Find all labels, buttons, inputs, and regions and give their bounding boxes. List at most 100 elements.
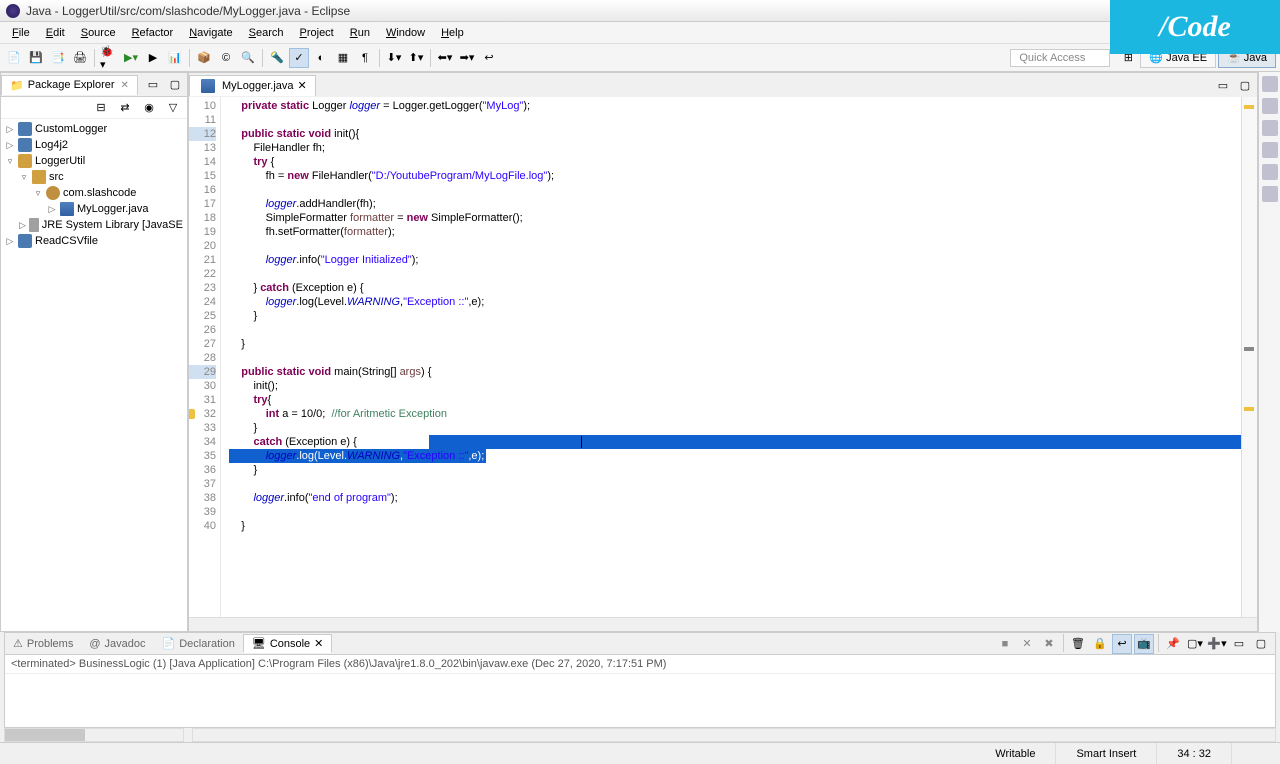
main-area: 📁 Package Explorer ✕ ▭ ▢ ⊟ ⇄ ◉ ▽ ▷Custom… (0, 72, 1280, 632)
remove-all-button[interactable]: ✖ (1039, 634, 1059, 654)
declaration-tab[interactable]: 📄 Declaration (154, 635, 243, 652)
clear-console-button[interactable]: 🗑 (1068, 634, 1088, 654)
watermark-logo: /Code (1110, 0, 1280, 54)
status-writable: Writable (975, 743, 1055, 764)
right-toolbar (1258, 72, 1280, 632)
bottom-panel: ⚠ Problems @ Javadoc 📄 Declaration 🖥 Con… (4, 632, 1276, 728)
save-all-button[interactable]: 📑 (48, 48, 68, 68)
last-edit-button[interactable]: ↩ (479, 48, 499, 68)
console-tab[interactable]: 🖥 Console ✕ (243, 634, 333, 653)
show-whitespace-button[interactable]: ¶ (355, 48, 375, 68)
close-icon[interactable]: ✕ (298, 79, 307, 92)
save-button[interactable]: 💾 (26, 48, 46, 68)
display-console-button[interactable]: ▢▾ (1185, 634, 1205, 654)
menu-help[interactable]: Help (433, 25, 472, 41)
editor-hscroll[interactable] (189, 617, 1257, 631)
terminate-button[interactable]: ■ (995, 634, 1015, 654)
new-button[interactable]: 📄 (4, 48, 24, 68)
line-gutter[interactable]: 1011121314151617181920212223242526272829… (189, 97, 221, 617)
search-button[interactable]: 🔦 (267, 48, 287, 68)
link-editor-button[interactable]: ⇄ (115, 98, 135, 118)
run-button[interactable]: ▶▾ (121, 48, 141, 68)
new-package-button[interactable]: 📦 (194, 48, 214, 68)
minimize-view-button[interactable]: ▭ (143, 75, 163, 95)
console-status: <terminated> BusinessLogic (1) [Java App… (5, 655, 1275, 674)
print-button[interactable]: 🖨 (70, 48, 90, 68)
console-hscroll[interactable] (192, 728, 1276, 742)
maximize-editor-button[interactable]: ▢ (1235, 75, 1255, 95)
focus-button[interactable]: ◉ (139, 98, 159, 118)
tree-item[interactable]: ▿com.slashcode (3, 185, 185, 201)
new-class-button[interactable]: © (216, 48, 236, 68)
tree-item[interactable]: ▿src (3, 169, 185, 185)
javadoc-tab[interactable]: @ Javadoc (81, 636, 153, 652)
prev-annotation-button[interactable]: ⬆▾ (406, 48, 426, 68)
word-wrap-button[interactable]: ↩ (1112, 634, 1132, 654)
templates-icon[interactable] (1262, 142, 1278, 158)
close-icon[interactable]: ✕ (314, 637, 323, 650)
breakpoints-icon[interactable] (1262, 120, 1278, 136)
menu-project[interactable]: Project (292, 25, 342, 41)
maximize-console-button[interactable]: ▢ (1251, 634, 1271, 654)
window-title: Java - LoggerUtil/src/com/slashcode/MyLo… (26, 4, 350, 18)
status-bar: Writable Smart Insert 34 : 32 (0, 742, 1280, 764)
block-select-button[interactable]: ▦ (333, 48, 353, 68)
cheatsheet-icon[interactable] (1262, 164, 1278, 180)
package-explorer-tab[interactable]: 📁 Package Explorer ✕ (1, 75, 138, 95)
remove-launch-button[interactable]: ✕ (1017, 634, 1037, 654)
editor-area: MyLogger.java ✕ ▭ ▢ 10111213141516171819… (188, 72, 1258, 632)
menu-window[interactable]: Window (378, 25, 433, 41)
back-button[interactable]: ⬅▾ (435, 48, 455, 68)
collapse-all-button[interactable]: ⊟ (91, 98, 111, 118)
run-last-button[interactable]: ▶ (143, 48, 163, 68)
title-bar: Java - LoggerUtil/src/com/slashcode/MyLo… (0, 0, 1280, 22)
overview-ruler[interactable] (1241, 97, 1257, 617)
scroll-lock-button[interactable]: 🔒 (1090, 634, 1110, 654)
package-explorer-view: 📁 Package Explorer ✕ ▭ ▢ ⊟ ⇄ ◉ ▽ ▷Custom… (0, 72, 188, 632)
show-console-button[interactable]: 📺 (1134, 634, 1154, 654)
problems-tab[interactable]: ⚠ Problems (5, 635, 81, 652)
tree-item[interactable]: ▿LoggerUtil (3, 153, 185, 169)
snippets-icon[interactable] (1262, 186, 1278, 202)
minimize-console-button[interactable]: ▭ (1229, 634, 1249, 654)
menu-source[interactable]: Source (73, 25, 124, 41)
menu-refactor[interactable]: Refactor (124, 25, 182, 41)
task-list-icon[interactable] (1262, 98, 1278, 114)
open-console-button[interactable]: ➕▾ (1207, 634, 1227, 654)
status-cursor-pos: 34 : 32 (1156, 743, 1231, 764)
debug-button[interactable]: 🐞▾ (99, 48, 119, 68)
pin-console-button[interactable]: 📌 (1163, 634, 1183, 654)
main-toolbar: 📄 💾 📑 🖨 🐞▾ ▶▾ ▶ 📊 📦 © 🔍 🔦 ✓ ◐ ▦ ¶ ⬇▾ ⬆▾ … (0, 44, 1280, 72)
code-area[interactable]: private static Logger logger = Logger.ge… (221, 97, 1241, 617)
explorer-hscroll[interactable] (4, 728, 184, 742)
tree-item[interactable]: ▷CustomLogger (3, 121, 185, 137)
quick-access-input[interactable]: Quick Access (1010, 49, 1110, 67)
annotation-button[interactable]: ◐ (311, 48, 331, 68)
menubar: FileEditSourceRefactorNavigateSearchProj… (0, 22, 1280, 44)
project-tree[interactable]: ▷CustomLogger▷Log4j2▿LoggerUtil▿src▿com.… (1, 119, 187, 631)
close-icon[interactable]: ✕ (121, 80, 129, 91)
forward-button[interactable]: ➡▾ (457, 48, 477, 68)
menu-edit[interactable]: Edit (38, 25, 73, 41)
editor-tab-mylogger[interactable]: MyLogger.java ✕ (189, 75, 316, 96)
menu-run[interactable]: Run (342, 25, 378, 41)
java-file-icon (201, 79, 215, 93)
menu-file[interactable]: File (4, 25, 38, 41)
open-type-button[interactable]: 🔍 (238, 48, 258, 68)
tree-item[interactable]: ▷MyLogger.java (3, 201, 185, 217)
view-menu-button[interactable]: ▽ (163, 98, 183, 118)
menu-search[interactable]: Search (241, 25, 292, 41)
menu-navigate[interactable]: Navigate (181, 25, 240, 41)
tree-item[interactable]: ▷Log4j2 (3, 137, 185, 153)
code-editor[interactable]: 1011121314151617181920212223242526272829… (189, 97, 1257, 617)
console-output[interactable] (5, 674, 1275, 727)
coverage-button[interactable]: 📊 (165, 48, 185, 68)
tree-item[interactable]: ▷ReadCSVfile (3, 233, 185, 249)
tree-item[interactable]: ▷JRE System Library [JavaSE (3, 217, 185, 233)
outline-icon[interactable] (1262, 76, 1278, 92)
bottom-scrolls (0, 728, 1280, 742)
minimize-editor-button[interactable]: ▭ (1213, 75, 1233, 95)
next-annotation-button[interactable]: ⬇▾ (384, 48, 404, 68)
toggle-mark-button[interactable]: ✓ (289, 48, 309, 68)
maximize-view-button[interactable]: ▢ (165, 75, 185, 95)
